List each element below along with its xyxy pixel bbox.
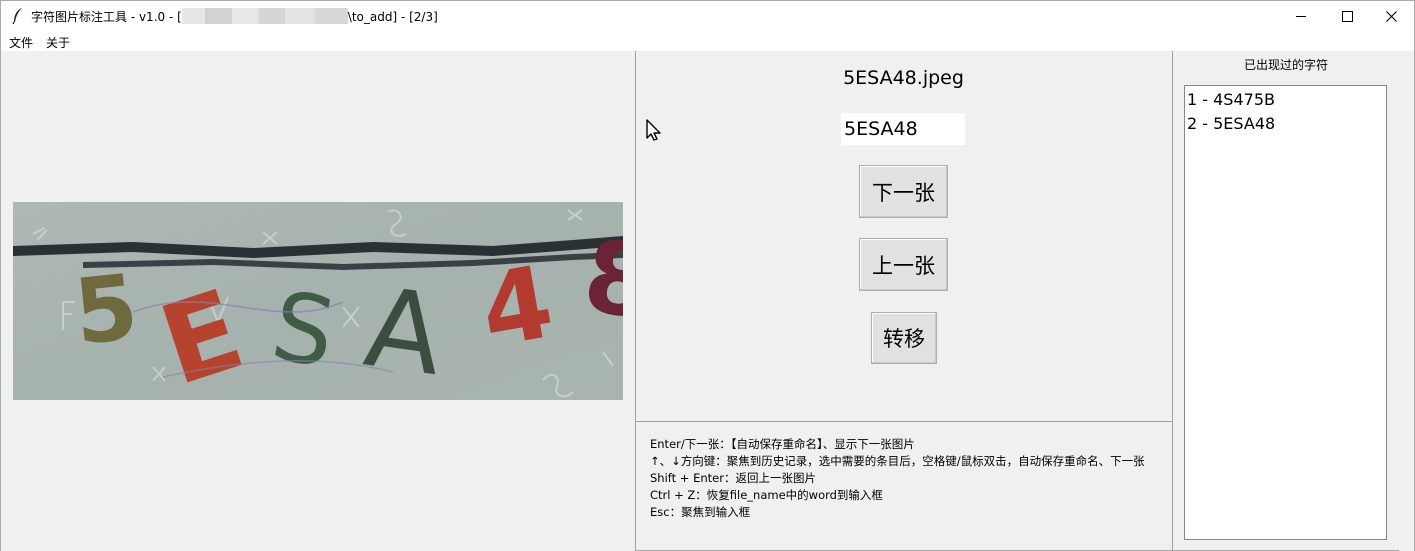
help-text: Enter/下一张：【自动保存重命名】、显示下一张图片 ↑、↓方向键：聚焦到历史记… <box>650 436 1145 521</box>
help-line: Esc：聚焦到输入框 <box>650 505 751 519</box>
minimize-icon <box>1296 16 1306 17</box>
pointer-cursor-icon <box>646 119 661 141</box>
help-line: Ctrl + Z：恢复file_name中的word到输入框 <box>650 488 883 502</box>
title-bar[interactable]: 字符图片标注工具 - v1.0 - [\to_add] - [2/3] <box>1 1 1414 31</box>
close-icon <box>1385 10 1397 22</box>
image-filename: 5ESA48.jpeg <box>843 67 964 89</box>
help-line: ↑、↓方向键：聚焦到历史记录，选中需要的条目后，空格键/鼠标双击，自动保存重命名… <box>650 454 1145 468</box>
feather-icon <box>12 8 22 25</box>
captcha-char: 5 <box>69 255 142 366</box>
image-panel: 5 E S A 4 8 <box>1 51 635 551</box>
close-button[interactable] <box>1368 1 1414 31</box>
help-line: Shift + Enter：返回上一张图片 <box>650 471 816 485</box>
maximize-button[interactable] <box>1324 1 1370 31</box>
scrollbar-track[interactable] <box>1399 51 1414 551</box>
history-title: 已出现过的字符 <box>1243 58 1328 72</box>
next-button[interactable]: 下一张 <box>859 165 948 218</box>
help-line: Enter/下一张：【自动保存重命名】、显示下一张图片 <box>650 437 915 451</box>
minimize-button[interactable] <box>1278 1 1324 31</box>
history-item[interactable]: 2 - 5ESA48 <box>1187 112 1386 136</box>
maximize-icon <box>1341 10 1353 22</box>
redacted-path <box>181 8 348 24</box>
prev-button[interactable]: 上一张 <box>859 238 948 291</box>
window-title: 字符图片标注工具 - v1.0 - [\to_add] - [2/3] <box>31 8 438 24</box>
divider-help <box>636 421 1172 422</box>
menu-file[interactable]: 文件 <box>9 34 33 51</box>
label-input[interactable] <box>841 113 965 145</box>
history-item[interactable]: 1 - 4S475B <box>1187 88 1386 112</box>
divider-left <box>635 51 636 551</box>
app-window: 字符图片标注工具 - v1.0 - [\to_add] - [2/3] 文件 关… <box>0 0 1415 551</box>
history-list[interactable]: 1 - 4S475B 2 - 5ESA48 <box>1184 85 1387 540</box>
divider-right <box>1172 51 1173 551</box>
menu-about[interactable]: 关于 <box>46 34 70 51</box>
move-button[interactable]: 转移 <box>871 312 937 364</box>
menu-bar: 文件 关于 <box>1 31 1414 51</box>
captcha-image: 5 E S A 4 8 <box>13 202 623 400</box>
